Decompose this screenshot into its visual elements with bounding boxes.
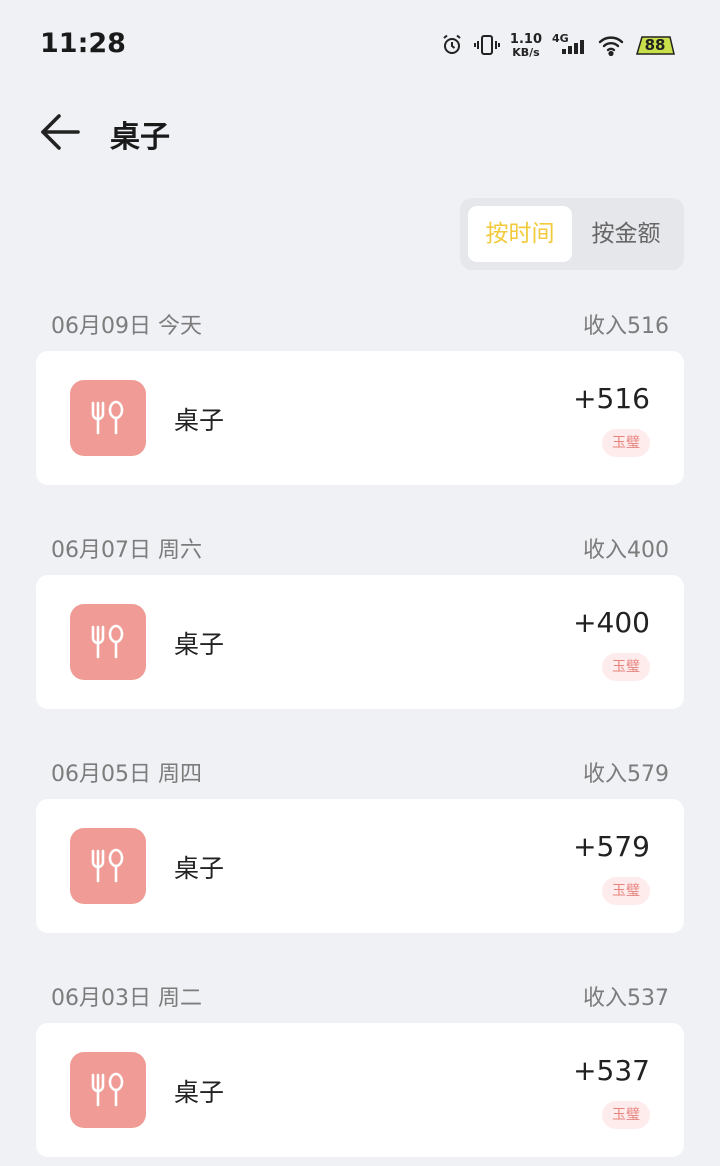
record-card[interactable]: 桌子 +579 玉璧	[36, 799, 684, 933]
group-header: 06月05日 周四 收入579	[51, 746, 669, 796]
record-tag: 玉璧	[602, 429, 650, 457]
group-income-total: 收入537	[583, 986, 669, 1011]
sort-by-amount-button[interactable]: 按金额	[576, 206, 676, 262]
record-name: 桌子	[174, 630, 225, 659]
record-name: 桌子	[174, 406, 225, 435]
sort-toggle: 按时间 按金额	[460, 198, 684, 270]
category-icon	[70, 828, 146, 904]
group-date: 06月05日 周四	[51, 762, 202, 787]
utensils-icon	[91, 400, 124, 435]
net-speed-value: 1.10	[509, 31, 542, 47]
vibrate-icon	[473, 33, 500, 57]
record-tag: 玉璧	[602, 1101, 650, 1129]
wifi-icon	[598, 34, 624, 56]
date-group: 06月09日 今天 收入516 桌子 +516 玉璧	[0, 298, 720, 508]
record-amount: +400	[573, 606, 650, 639]
record-amount: +516	[573, 382, 650, 415]
signal-indicator: 4G	[552, 32, 588, 58]
sort-by-time-button[interactable]: 按时间	[468, 206, 572, 262]
battery-icon: 88	[634, 34, 676, 56]
group-date: 06月09日 今天	[51, 314, 202, 339]
record-card[interactable]: 桌子 +400 玉璧	[36, 575, 684, 709]
group-header: 06月09日 今天 收入516	[51, 298, 669, 348]
alarm-icon	[440, 33, 464, 57]
group-date: 06月03日 周二	[51, 986, 202, 1011]
group-header: 06月07日 周六 收入400	[51, 522, 669, 572]
utensils-icon	[91, 1072, 124, 1107]
group-income-total: 收入516	[583, 314, 669, 339]
category-icon	[70, 380, 146, 456]
battery-level: 88	[644, 36, 666, 54]
back-button[interactable]	[34, 108, 86, 156]
arrow-left-icon	[41, 114, 80, 150]
header: 桌子	[0, 90, 720, 174]
date-group: 06月05日 周四 收入579 桌子 +579 玉璧	[0, 746, 720, 956]
group-income-total: 收入579	[583, 762, 669, 787]
record-amount: +537	[573, 1054, 650, 1087]
net-speed: 1.10 KB/s	[510, 33, 542, 58]
date-group: 06月07日 周六 收入400 桌子 +400 玉璧	[0, 522, 720, 732]
record-tag: 玉璧	[602, 877, 650, 905]
group-date: 06月07日 周六	[51, 538, 202, 563]
utensils-icon	[91, 624, 124, 659]
category-icon	[70, 604, 146, 680]
date-group: 06月03日 周二 收入537 桌子 +537 玉璧	[0, 970, 720, 1166]
utensils-icon	[91, 848, 124, 883]
group-income-total: 收入400	[583, 538, 669, 563]
status-icons: 1.10 KB/s 4G 88	[440, 30, 676, 60]
status-time: 11:28	[40, 28, 126, 59]
record-amount: +579	[573, 830, 650, 863]
status-bar: 11:28 1.10 KB/s 4G 88	[0, 0, 720, 90]
page-title: 桌子	[110, 120, 170, 155]
net-speed-unit: KB/s	[512, 45, 540, 59]
record-tag: 玉璧	[602, 653, 650, 681]
record-detail-screen: 11:28 1.10 KB/s 4G 88 桌子 按时间 按金额 06月09日 …	[0, 0, 720, 1166]
record-card[interactable]: 桌子 +537 玉璧	[36, 1023, 684, 1157]
record-name: 桌子	[174, 854, 225, 883]
record-card[interactable]: 桌子 +516 玉璧	[36, 351, 684, 485]
signal-icon	[562, 40, 584, 54]
group-header: 06月03日 周二 收入537	[51, 970, 669, 1020]
record-name: 桌子	[174, 1078, 225, 1107]
category-icon	[70, 1052, 146, 1128]
